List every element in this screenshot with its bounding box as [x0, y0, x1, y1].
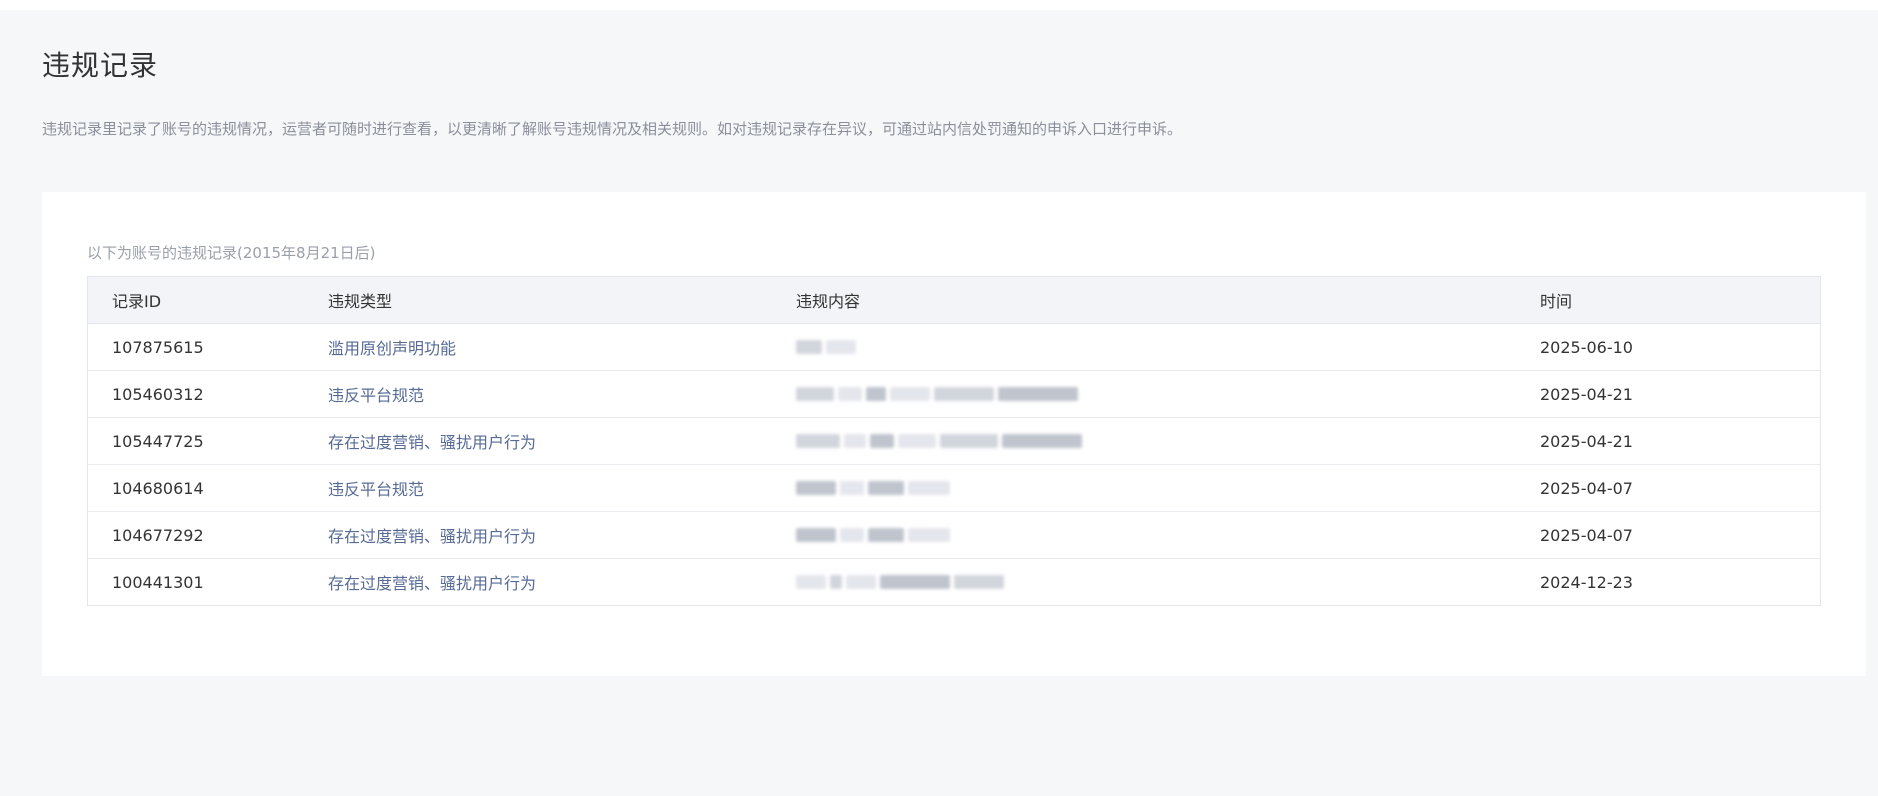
table-row: 105447725 存在过度营销、骚扰用户行为 2025-04-21	[88, 418, 1820, 465]
blurred-content	[796, 384, 1540, 404]
violation-type-link[interactable]: 违反平台规范	[328, 382, 796, 406]
record-time: 2025-04-07	[1540, 525, 1633, 545]
column-header-content: 违规内容	[796, 292, 861, 311]
blurred-content	[796, 337, 1540, 357]
table-row: 100441301 存在过度营销、骚扰用户行为 2024-12-23	[88, 559, 1820, 605]
records-caption: 以下为账号的违规记录(2015年8月21日后)	[87, 244, 376, 262]
blurred-content	[796, 478, 1540, 498]
record-id: 100441301	[112, 572, 204, 592]
page-description: 违规记录里记录了账号的违规情况，运营者可随时进行查看，以更清晰了解账号违规情况及…	[42, 120, 1183, 138]
table-row: 107875615 滥用原创声明功能 2025-06-10	[88, 324, 1820, 371]
violation-type-link[interactable]: 违反平台规范	[328, 476, 796, 500]
column-header-time: 时间	[1540, 292, 1573, 311]
table-row: 105460312 违反平台规范 2025-04-21	[88, 371, 1820, 418]
violation-records-card: 以下为账号的违规记录(2015年8月21日后) 记录ID 违规类型 违规内容 时…	[42, 192, 1866, 676]
blurred-content	[796, 525, 1540, 545]
record-id: 105460312	[112, 384, 204, 404]
page-title: 违规记录	[42, 49, 159, 82]
table-row: 104677292 存在过度营销、骚扰用户行为 2025-04-07	[88, 512, 1820, 559]
violation-type-link[interactable]: 存在过度营销、骚扰用户行为	[328, 570, 796, 594]
record-id: 104677292	[112, 525, 204, 545]
record-time: 2024-12-23	[1540, 572, 1633, 592]
violation-table: 记录ID 违规类型 违规内容 时间 107875615 滥用原创声明功能 202…	[87, 276, 1821, 606]
column-header-id: 记录ID	[112, 292, 162, 311]
top-strip	[0, 0, 1878, 10]
violation-type-link[interactable]: 滥用原创声明功能	[328, 335, 796, 359]
violation-type-link[interactable]: 存在过度营销、骚扰用户行为	[328, 523, 796, 547]
violation-type-link[interactable]: 存在过度营销、骚扰用户行为	[328, 429, 796, 453]
table-header: 记录ID 违规类型 违规内容 时间	[88, 277, 1820, 324]
record-time: 2025-06-10	[1540, 337, 1633, 357]
table-row: 104680614 违反平台规范 2025-04-07	[88, 465, 1820, 512]
record-time: 2025-04-07	[1540, 478, 1633, 498]
record-id: 107875615	[112, 337, 204, 357]
blurred-content	[796, 572, 1540, 592]
record-id: 105447725	[112, 431, 204, 451]
record-time: 2025-04-21	[1540, 431, 1633, 451]
record-id: 104680614	[112, 478, 204, 498]
blurred-content	[796, 431, 1540, 451]
column-header-type: 违规类型	[328, 292, 393, 311]
record-time: 2025-04-21	[1540, 384, 1633, 404]
